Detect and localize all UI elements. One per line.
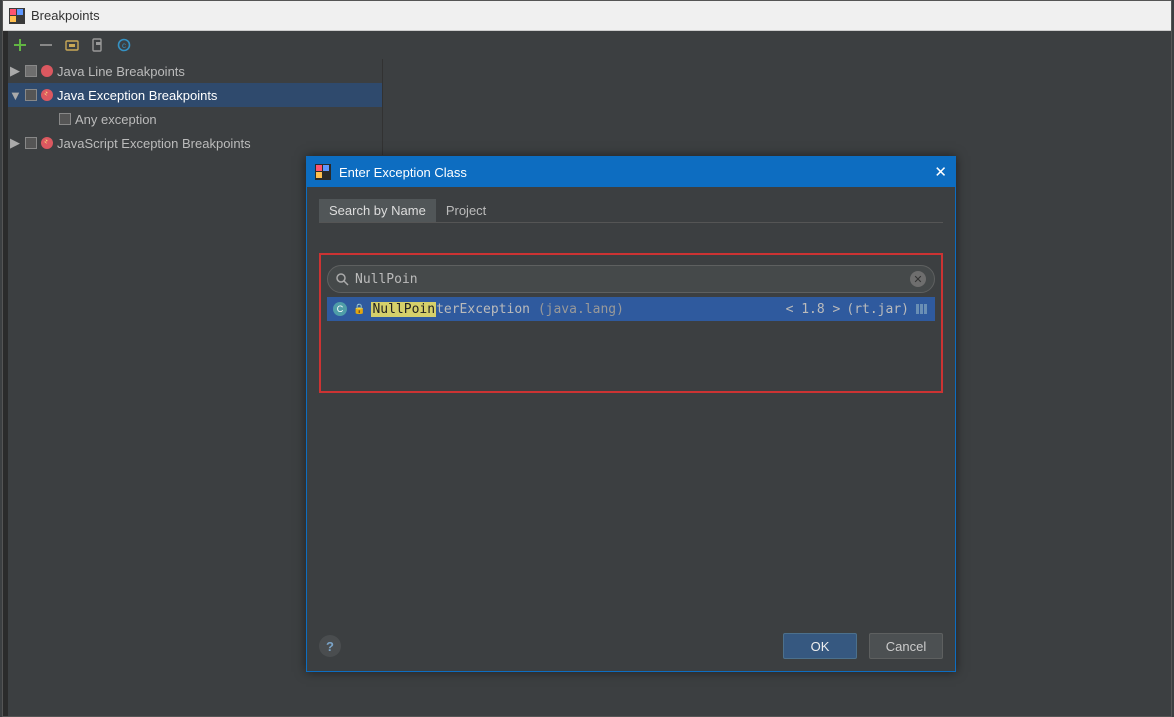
tab-search-by-name[interactable]: Search by Name — [319, 199, 436, 222]
dialog-title: Enter Exception Class — [339, 165, 467, 180]
tree-label: Java Exception Breakpoints — [57, 88, 217, 103]
class-icon: C — [333, 302, 347, 316]
line-breakpoint-icon — [41, 65, 53, 77]
cancel-button[interactable]: Cancel — [869, 633, 943, 659]
app-logo-icon — [315, 164, 331, 180]
checkbox[interactable] — [25, 137, 37, 149]
collapse-arrow-icon[interactable]: ▼ — [9, 88, 21, 103]
tree-item-java-line[interactable]: ▶ Java Line Breakpoints — [3, 59, 382, 83]
remove-breakpoint-button[interactable] — [37, 36, 55, 54]
clear-search-button[interactable]: ✕ — [910, 271, 926, 287]
group-by-class-button[interactable]: c — [115, 36, 133, 54]
tree-label: Java Line Breakpoints — [57, 64, 185, 79]
result-version: < 1.8 > — [786, 302, 841, 317]
lock-icon: 🔒 — [353, 304, 365, 315]
result-match: NullPoin — [371, 302, 436, 317]
result-package: (java.lang) — [538, 302, 624, 317]
tree-label: JavaScript Exception Breakpoints — [57, 136, 251, 151]
expand-arrow-icon[interactable]: ▶ — [9, 63, 21, 79]
tree-label: Any exception — [75, 112, 157, 127]
tree-item-any-exception[interactable]: Any exception — [3, 107, 382, 131]
checkbox[interactable] — [25, 89, 37, 101]
search-box: ✕ — [327, 265, 935, 293]
search-icon — [336, 273, 349, 286]
enter-exception-class-dialog: Enter Exception Class ✕ Search by Name P… — [306, 156, 956, 672]
tabs: Search by Name Project — [319, 199, 943, 223]
group-by-file-button[interactable] — [89, 36, 107, 54]
titlebar: Breakpoints — [3, 1, 1171, 31]
dialog-footer: ? OK Cancel — [319, 633, 943, 659]
left-gutter — [3, 31, 8, 716]
checkbox[interactable] — [25, 65, 37, 77]
window-title: Breakpoints — [31, 8, 100, 23]
exception-breakpoint-icon — [41, 137, 53, 149]
library-icon — [915, 303, 929, 315]
tab-project[interactable]: Project — [436, 199, 496, 222]
breakpoint-tree: ▶ Java Line Breakpoints ▼ Java Exception… — [3, 59, 383, 155]
dialog-titlebar[interactable]: Enter Exception Class ✕ — [307, 157, 955, 187]
close-icon[interactable]: ✕ — [934, 163, 947, 181]
tree-item-java-exception[interactable]: ▼ Java Exception Breakpoints — [3, 83, 382, 107]
dialog-body: Search by Name Project ✕ C 🔒 NullPointer… — [307, 187, 955, 393]
ok-button[interactable]: OK — [783, 633, 857, 659]
add-breakpoint-button[interactable] — [11, 36, 29, 54]
app-logo-icon — [9, 8, 25, 24]
exception-breakpoint-icon — [41, 89, 53, 101]
svg-text:c: c — [122, 41, 126, 50]
result-item[interactable]: C 🔒 NullPointerException (java.lang) < 1… — [327, 297, 935, 321]
search-input[interactable] — [355, 272, 904, 287]
group-by-package-button[interactable] — [63, 36, 81, 54]
help-button[interactable]: ? — [319, 635, 341, 657]
checkbox[interactable] — [59, 113, 71, 125]
result-library: (rt.jar) — [846, 302, 909, 317]
result-rest: terException — [436, 302, 530, 317]
tree-item-js-exception[interactable]: ▶ JavaScript Exception Breakpoints — [3, 131, 382, 155]
search-area: ✕ C 🔒 NullPointerException (java.lang) <… — [319, 253, 943, 393]
toolbar: c — [3, 31, 1171, 59]
expand-arrow-icon[interactable]: ▶ — [9, 135, 21, 151]
